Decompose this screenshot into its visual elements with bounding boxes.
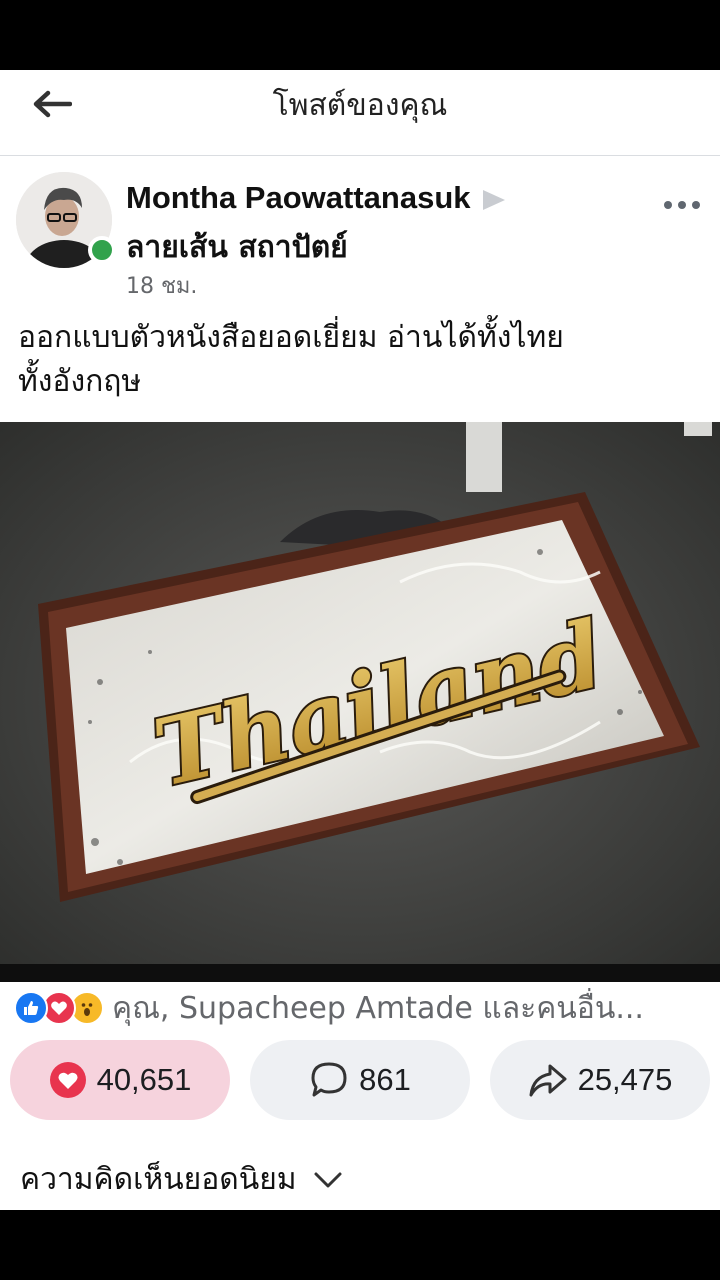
comments-sort-dropdown[interactable]: ความคิดเห็นยอดนิยม bbox=[20, 1156, 343, 1203]
reactions-text: คุณ, Supacheep Amtade และคนอื่น... bbox=[112, 990, 644, 1026]
like-count: 40,651 bbox=[96, 1062, 192, 1097]
arrow-right-icon bbox=[482, 189, 505, 210]
sign-photo: Thailand bbox=[0, 422, 720, 972]
share-button[interactable]: 25,475 bbox=[490, 1040, 710, 1120]
comments-sort-label: ความคิดเห็นยอดนิยม bbox=[20, 1162, 297, 1197]
like-button[interactable]: 40,651 bbox=[10, 1040, 230, 1120]
dot-icon bbox=[678, 201, 686, 209]
share-icon bbox=[528, 1062, 568, 1098]
page-title: โพสต์ของคุณ bbox=[272, 88, 448, 123]
status-bar bbox=[0, 0, 720, 70]
post-timestamp[interactable]: 18 ชม. bbox=[126, 268, 197, 303]
like-icon bbox=[14, 991, 48, 1025]
heart-icon bbox=[49, 1061, 87, 1099]
action-bar: 40,651 861 25,475 bbox=[10, 1040, 710, 1120]
chevron-down-icon bbox=[314, 1172, 342, 1187]
share-count: 25,475 bbox=[577, 1062, 673, 1097]
online-status-dot bbox=[88, 236, 116, 264]
more-options-button[interactable] bbox=[660, 188, 704, 222]
post-caption: ออกแบบตัวหนังสือยอดเยี่ยม อ่านได้ทั้งไทย… bbox=[18, 316, 708, 404]
navigation-bar bbox=[0, 1210, 720, 1280]
reactions-summary[interactable]: คุณ, Supacheep Amtade และคนอื่น... bbox=[14, 988, 714, 1028]
comment-button[interactable]: 861 bbox=[250, 1040, 470, 1120]
header: โพสต์ของคุณ bbox=[0, 70, 720, 156]
author-name[interactable]: Montha Paowattanasuk bbox=[126, 180, 505, 216]
dot-icon bbox=[664, 201, 672, 209]
caption-line: ทั้งอังกฤษ bbox=[18, 364, 142, 399]
post-screen: โพสต์ของคุณ Montha Paowattanasuk ลายเส้น… bbox=[0, 70, 720, 1210]
comment-icon bbox=[309, 1061, 349, 1099]
caption-line: ออกแบบตัวหนังสือยอดเยี่ยม อ่านได้ทั้งไทย bbox=[18, 320, 564, 355]
post-photo[interactable]: Thailand bbox=[0, 422, 720, 972]
photo-border bbox=[0, 964, 720, 982]
dot-icon bbox=[692, 201, 700, 209]
comment-count: 861 bbox=[359, 1062, 411, 1097]
page-name[interactable]: ลายเส้น สถาปัตย์ bbox=[126, 224, 348, 271]
